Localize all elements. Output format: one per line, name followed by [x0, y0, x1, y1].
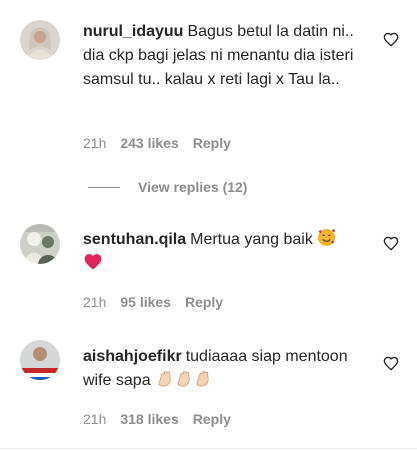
comment-likes[interactable]: 243 likes	[120, 135, 178, 151]
comment-meta: 21h 318 likes Reply	[83, 410, 245, 428]
clapping-hands-icon	[174, 369, 193, 396]
like-heart-icon[interactable]	[383, 236, 399, 252]
clapping-hands-icon	[155, 369, 174, 396]
comment-username[interactable]: nurul_idayuu	[83, 23, 183, 40]
avatar[interactable]	[20, 340, 60, 380]
clapping-hands-icon	[193, 369, 212, 396]
comment-text: Mertua yang baik	[190, 231, 318, 248]
reply-button[interactable]: Reply	[193, 411, 231, 427]
comment-body: sentuhan.qila Mertua yang baik	[83, 228, 373, 277]
comment-time[interactable]: 21h	[83, 294, 106, 310]
like-heart-icon[interactable]	[383, 356, 399, 372]
red-heart-icon	[84, 254, 102, 270]
comment-likes[interactable]: 95 likes	[120, 294, 171, 310]
divider-line	[88, 186, 120, 188]
comment-body: aishahjoefikr tudiaaaa siap mentoon wife …	[83, 345, 373, 396]
comment-body: nurul_idayuu Bagus betul la datin ni.. di…	[83, 20, 373, 92]
comment-time[interactable]: 21h	[83, 135, 106, 151]
view-replies-label: View replies (12)	[138, 179, 248, 195]
reply-button[interactable]: Reply	[193, 135, 231, 151]
comment-time[interactable]: 21h	[83, 411, 106, 427]
avatar[interactable]	[20, 20, 60, 60]
comment-likes[interactable]: 318 likes	[120, 411, 178, 427]
smiling-face-with-hearts-icon	[318, 228, 336, 247]
like-heart-icon[interactable]	[383, 32, 399, 48]
reply-button[interactable]: Reply	[185, 294, 223, 310]
comment-username[interactable]: sentuhan.qila	[83, 231, 186, 248]
comment-meta: 21h 243 likes Reply	[83, 134, 245, 152]
view-replies-button[interactable]: View replies (12)	[88, 178, 247, 196]
comment-username[interactable]: aishahjoefikr	[83, 348, 182, 365]
avatar[interactable]	[20, 224, 60, 264]
comment-meta: 21h 95 likes Reply	[83, 293, 237, 311]
divider	[0, 448, 417, 449]
